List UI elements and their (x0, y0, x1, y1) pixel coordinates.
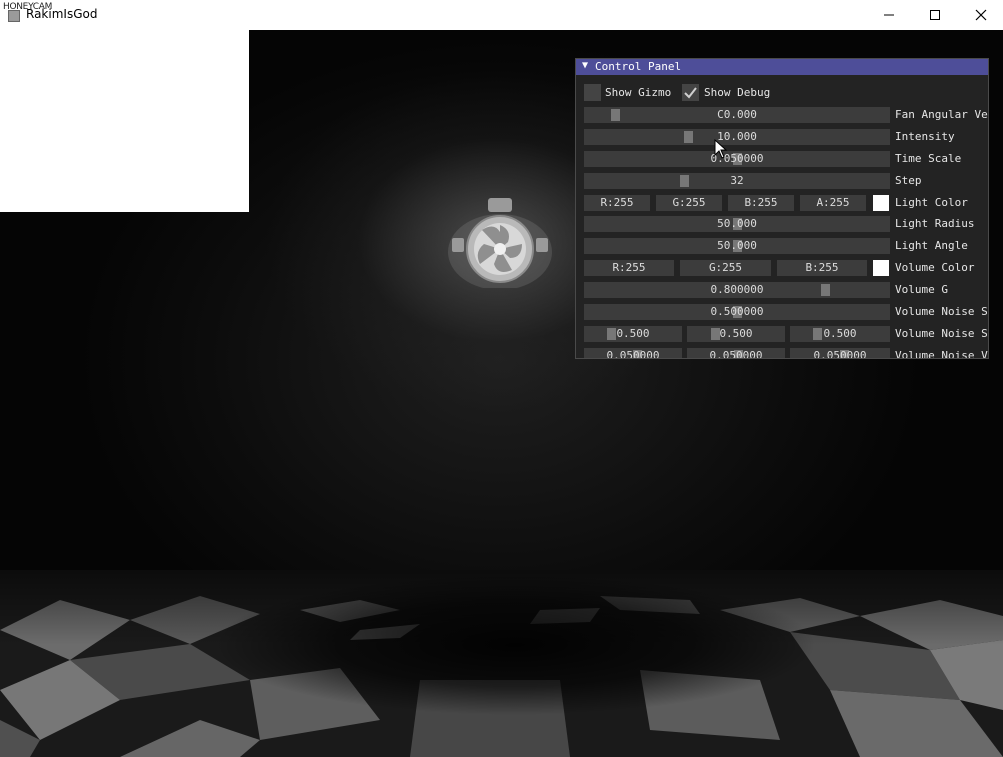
fan-angular-slider[interactable]: C0.000 (584, 107, 890, 123)
volume-noise-scale-slider[interactable]: 0.500000 (584, 304, 890, 320)
window-title: RakimIsGod (26, 7, 98, 21)
fan-angular-value: C0.000 (717, 108, 757, 121)
title-bar: HONEYCAM RakimIsGod (0, 0, 1003, 30)
maximize-icon (930, 10, 940, 20)
volume-color-r[interactable]: R:255 (584, 260, 674, 276)
volume-g-value: 0.800000 (710, 283, 764, 296)
volume-color-b[interactable]: B:255 (777, 260, 867, 276)
close-button[interactable] (958, 0, 1003, 30)
checkered-floor (0, 570, 1003, 757)
light-color-b-value: B:255 (744, 196, 778, 209)
light-angle-value: 50.000 (717, 239, 757, 252)
light-color-label: Light Color (895, 196, 968, 209)
volume-noise-s-z-value: 0.500 (823, 327, 857, 340)
light-radius-label: Light Radius (895, 217, 975, 230)
light-angle-slider[interactable]: 50.000 (584, 238, 890, 254)
volume-g-label: Volume G (895, 283, 948, 296)
volume-color-label: Volume Color (895, 261, 975, 274)
fan-model[interactable] (442, 194, 558, 288)
volume-g-slider[interactable]: 0.800000 (584, 282, 890, 298)
volume-noise-s-z[interactable]: 0.500 (790, 326, 890, 342)
volume-color-g-value: G:255 (708, 261, 743, 274)
minimize-icon (884, 14, 894, 16)
volume-color-g[interactable]: G:255 (680, 260, 771, 276)
volume-noise-v-x-value: 0.050000 (606, 349, 660, 359)
volume-noise-scale-value: 0.500000 (710, 305, 764, 318)
light-color-a-value: A:255 (816, 196, 850, 209)
collapse-triangle-icon[interactable]: ▼ (582, 60, 588, 71)
volume-noise-s-x-value: 0.500 (616, 327, 650, 340)
volume-noise-s2-label: Volume Noise S (895, 327, 988, 340)
light-color-g[interactable]: G:255 (656, 195, 722, 211)
volume-noise-s-x[interactable]: 0.500 (584, 326, 682, 342)
control-panel-header[interactable]: ▼ Control Panel (576, 59, 988, 75)
light-color-swatch[interactable] (873, 195, 889, 211)
intensity-value: 10.000 (717, 130, 757, 143)
close-icon (975, 9, 987, 21)
show-gizmo-checkbox[interactable] (584, 84, 601, 101)
control-panel[interactable]: ▼ Control Panel Show Gizmo Show Debug C0… (575, 58, 989, 359)
light-color-b[interactable]: B:255 (728, 195, 794, 211)
light-color-r-value: R:255 (600, 196, 634, 209)
fan-angular-label: Fan Angular Ve (895, 108, 988, 121)
show-debug-label: Show Debug (704, 86, 771, 99)
step-slider[interactable]: 32 (584, 173, 890, 189)
time-scale-slider[interactable]: 0.050000 (584, 151, 890, 167)
control-panel-title: Control Panel (595, 60, 682, 73)
light-color-a[interactable]: A:255 (800, 195, 866, 211)
intensity-slider[interactable]: 10.000 (584, 129, 890, 145)
intensity-label: Intensity (895, 130, 955, 143)
step-value: 32 (730, 174, 744, 187)
volume-noise-v-z-value: 0.050000 (813, 349, 867, 359)
volume-noise-s-y[interactable]: 0.500 (687, 326, 785, 342)
maximize-button[interactable] (912, 0, 958, 30)
volume-color-swatch[interactable] (873, 260, 889, 276)
volume-noise-v-label: Volume Noise V (895, 349, 988, 359)
volume-noise-v-x[interactable]: 0.050000 (584, 348, 682, 359)
volume-noise-scale-label: Volume Noise S (895, 305, 988, 318)
show-gizmo-label: Show Gizmo (605, 86, 672, 99)
volume-color-r-value: R:255 (612, 261, 646, 274)
minimize-button[interactable] (866, 0, 912, 30)
time-scale-label: Time Scale (895, 152, 962, 165)
volume-noise-s-y-value: 0.500 (719, 327, 753, 340)
light-color-r[interactable]: R:255 (584, 195, 650, 211)
volume-noise-v-y[interactable]: 0.050000 (687, 348, 785, 359)
light-radius-value: 50.000 (717, 217, 757, 230)
mouse-cursor-icon (714, 139, 728, 159)
volume-noise-v-z[interactable]: 0.050000 (790, 348, 890, 359)
show-debug-checkbox[interactable] (682, 84, 699, 101)
checkmark-icon (684, 87, 697, 99)
step-label: Step (895, 174, 922, 187)
light-color-g-value: G:255 (672, 196, 706, 209)
volume-color-b-value: B:255 (805, 261, 839, 274)
volume-noise-v-y-value: 0.050000 (709, 349, 763, 359)
light-angle-label: Light Angle (895, 239, 968, 252)
blank-white-overlay (0, 30, 249, 212)
time-scale-value: 0.050000 (710, 152, 764, 165)
light-radius-slider[interactable]: 50.000 (584, 216, 890, 232)
